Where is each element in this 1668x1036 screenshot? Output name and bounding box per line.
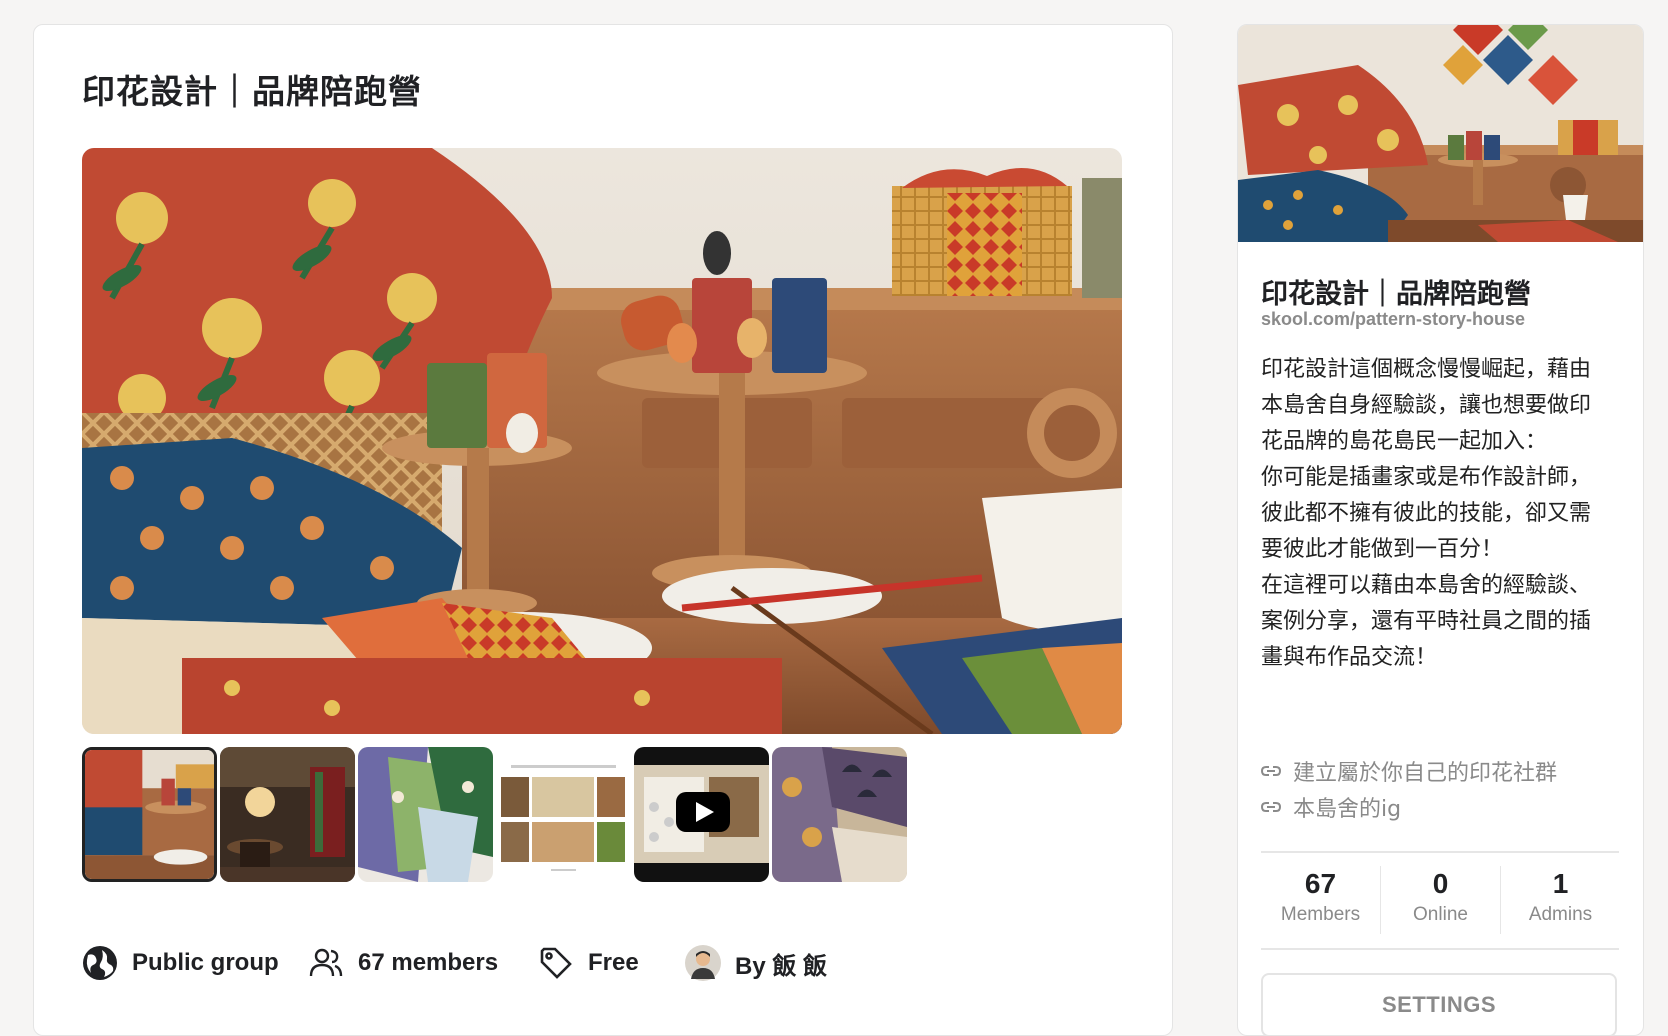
media-thumb-5-video[interactable] [634, 747, 769, 882]
hero-photo [82, 148, 1122, 734]
play-icon [634, 747, 769, 882]
group-url[interactable]: skool.com/pattern-story-house [1261, 309, 1525, 330]
stat-value: 67 [1304, 868, 1337, 899]
media-thumb-6[interactable] [772, 747, 907, 882]
link-instagram[interactable]: 本島舍的ig [1261, 789, 1557, 825]
avatar[interactable] [685, 945, 721, 981]
group-stats: 67 Members 0 Online 1 Admins [1261, 851, 1619, 950]
media-thumb-3[interactable] [358, 747, 493, 882]
hero-image [82, 148, 1122, 734]
stat-online[interactable]: 0 Online [1381, 853, 1500, 948]
stat-admins[interactable]: 1 Admins [1501, 853, 1620, 948]
link-own-community[interactable]: 建立屬於你自己的印花社群 [1261, 753, 1557, 789]
sidebar-group-title: 印花設計｜品牌陪跑營 [1261, 279, 1531, 310]
media-thumb-2[interactable] [220, 747, 355, 882]
cover-photo [1238, 25, 1643, 242]
group-description: 印花設計這個概念慢慢崛起，藉由本島舍自身經驗談，讓也想要做印花品牌的島花島民一起… [1261, 352, 1611, 676]
photo-icon [358, 747, 493, 882]
tag-icon [538, 945, 574, 981]
stat-members[interactable]: 67 Members [1261, 853, 1380, 948]
group-links: 建立屬於你自己的印花社群 本島舍的ig [1261, 753, 1557, 825]
group-about-card: 印花設計｜品牌陪跑營 Public group 67 members Free … [33, 24, 1173, 1036]
members-info: 67 members [308, 940, 498, 986]
group-title: 印花設計｜品牌陪跑營 [82, 72, 422, 111]
stat-label: Online [1413, 904, 1468, 925]
privacy-info: Public group [82, 940, 279, 986]
stat-value: 0 [1432, 868, 1449, 899]
members-label: 67 members [358, 949, 499, 976]
link-label[interactable]: 本島舍的ig [1293, 791, 1401, 823]
price-info: Free [538, 940, 639, 986]
description-paragraph: 你可能是插畫家或是布作設計師，彼此都不擁有彼此的技能，卻又需要彼此才能做到一百分… [1261, 465, 1592, 562]
settings-button[interactable]: SETTINGS [1261, 973, 1617, 1035]
photo-icon [220, 747, 355, 882]
photo-icon [772, 747, 907, 882]
link-label[interactable]: 建立屬於你自己的印花社群 [1293, 755, 1557, 787]
stat-label: Admins [1528, 904, 1593, 925]
media-thumb-4[interactable] [496, 747, 631, 882]
cover-image [1238, 25, 1643, 242]
description-paragraph: 在這裡可以藉由本島舍的經驗談、案例分享，還有平時社員之間的插畫與布作品交流！ [1261, 573, 1592, 670]
stat-label: Members [1280, 904, 1361, 925]
photo-icon [85, 750, 214, 879]
photo-icon [496, 747, 631, 882]
stat-value: 1 [1552, 868, 1569, 899]
link-icon [1261, 797, 1281, 817]
price-label: Free [588, 949, 639, 976]
users-icon [308, 945, 344, 981]
owner-info[interactable]: By 飯 飯 [685, 940, 827, 986]
globe-icon [82, 945, 118, 981]
privacy-label: Public group [132, 949, 279, 976]
link-icon [1261, 761, 1281, 781]
media-thumb-1[interactable] [82, 747, 217, 882]
description-paragraph: 印花設計這個概念慢慢崛起，藉由本島舍自身經驗談，讓也想要做印花品牌的島花島民一起… [1261, 357, 1592, 454]
group-sidebar-card: 印花設計｜品牌陪跑營 skool.com/pattern-story-house… [1237, 24, 1644, 1036]
owner-label[interactable]: By 飯 飯 [735, 946, 827, 981]
